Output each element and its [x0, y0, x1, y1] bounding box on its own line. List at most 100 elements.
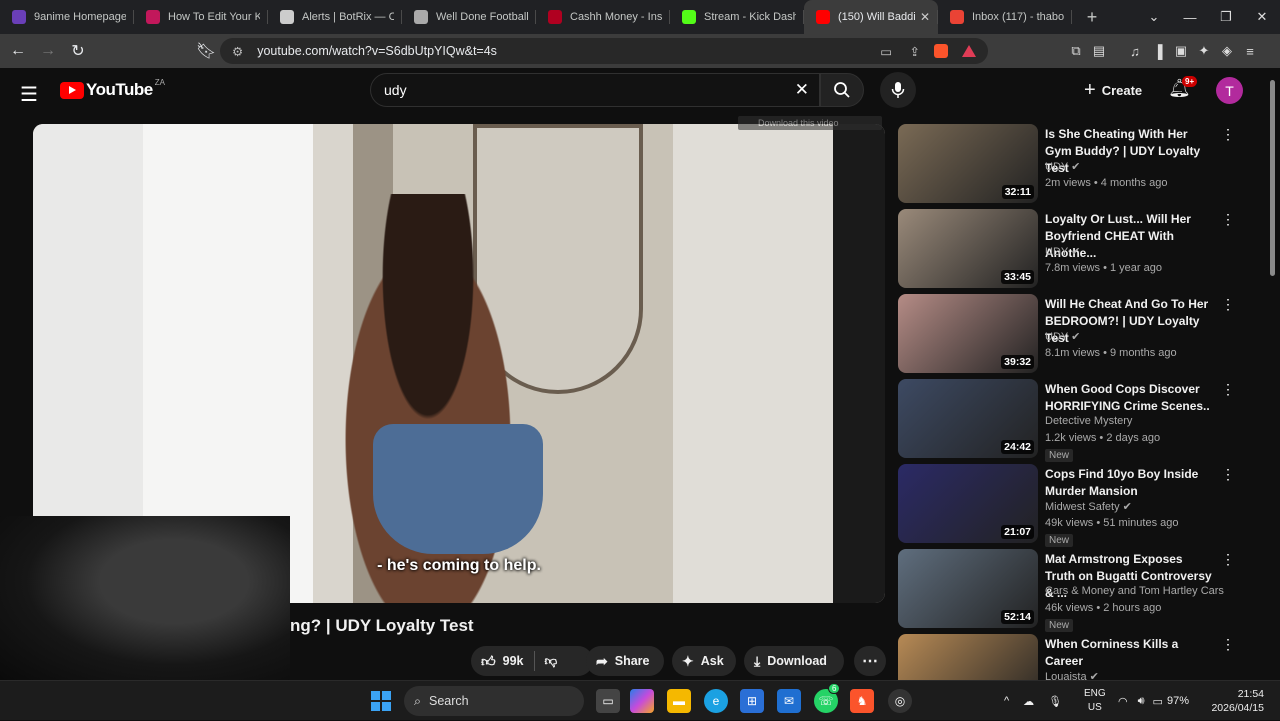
like-count[interactable]: 99k — [503, 654, 524, 668]
microphone-icon[interactable]: 🎙︎ — [1048, 695, 1062, 708]
browser-tab[interactable]: (150) Will Baddie ✕ — [804, 0, 938, 34]
create-button[interactable]: + Create — [1078, 74, 1148, 106]
obs-icon[interactable]: ◎ — [888, 689, 912, 713]
video-thumbnail[interactable]: 39:32 — [898, 294, 1038, 373]
channel-name[interactable]: UDY ✔︎ — [1045, 245, 1080, 258]
wifi-icon[interactable]: ◠ — [1118, 695, 1128, 708]
tab-list: 9anime Homepage: E How To Edit Your Kic Al… — [0, 0, 1072, 34]
new-tab-button[interactable]: + — [1078, 7, 1106, 28]
video-thumbnail[interactable]: 32:11 — [898, 124, 1038, 203]
thumbs-up-icon[interactable]: 👍︎ — [481, 653, 496, 670]
maximize-button[interactable]: ❐ — [1208, 9, 1244, 25]
bookmark-icon[interactable]: 🔖︎ — [194, 41, 218, 61]
tab-search-icon[interactable]: ⌄ — [1136, 9, 1172, 25]
minimize-button[interactable]: — — [1172, 10, 1208, 25]
whatsapp-icon[interactable]: ☏ 6 — [814, 683, 841, 713]
page-scrollbar[interactable] — [1268, 80, 1276, 680]
browser-tab[interactable]: How To Edit Your Kic — [134, 0, 268, 34]
hamburger-menu-icon[interactable]: ☰ — [20, 82, 38, 107]
chevron-up-icon[interactable]: ^ — [1004, 695, 1009, 707]
more-actions-button[interactable]: ⋯ — [854, 646, 886, 676]
channel-name[interactable]: UDY ✔︎ — [1045, 160, 1080, 173]
more-options-icon[interactable]: ⋮ — [1221, 211, 1235, 228]
file-explorer-icon[interactable]: ▬ — [667, 689, 691, 713]
task-view-icon[interactable]: ▭ — [596, 689, 620, 713]
notifications-button[interactable]: 🔔︎ 9+ — [1168, 76, 1198, 99]
brave-rewards-icon[interactable] — [962, 45, 976, 57]
clear-search-icon[interactable]: ✕ — [795, 80, 809, 100]
more-options-icon[interactable]: ⋮ — [1221, 466, 1235, 483]
channel-name[interactable]: Cars & Money and Tom Hartley Cars — [1045, 585, 1224, 597]
recommended-video[interactable]: 21:07 Cops Find 10yo Boy Inside Murder Ma… — [898, 464, 1244, 549]
menu-icon[interactable]: ≡ — [1239, 44, 1261, 59]
site-info-icon[interactable]: ⚙︎ — [232, 44, 243, 59]
download-video-overlay[interactable]: Download this video — [738, 116, 882, 130]
brave-browser-icon[interactable]: ♞ — [850, 689, 874, 713]
channel-name[interactable]: Midwest Safety ✔︎ — [1045, 500, 1132, 513]
language-indicator[interactable]: ENG US — [1084, 687, 1106, 715]
recommended-video[interactable]: 52:14 Mat Armstrong Exposes Truth on Buga… — [898, 549, 1244, 634]
recommended-title[interactable]: When Corniness Kills a Career — [1045, 636, 1215, 670]
recommended-video[interactable]: 32:11 Is She Cheating With Her Gym Buddy?… — [898, 124, 1244, 209]
browser-tab[interactable]: Cashh Money - Insta — [536, 0, 670, 34]
copilot-icon[interactable] — [630, 689, 654, 713]
channel-name[interactable]: UDY ✔︎ — [1045, 330, 1080, 343]
forward-icon[interactable]: → — [36, 42, 60, 60]
recommended-video[interactable]: 39:32 Will He Cheat And Go To Her BEDROOM… — [898, 294, 1244, 379]
more-options-icon[interactable]: ⋮ — [1221, 296, 1235, 313]
youtube-logo[interactable]: YouTube ZA — [60, 78, 165, 100]
browser-tab[interactable]: Inbox (117) - thabom — [938, 0, 1072, 34]
extensions-icon[interactable]: ⧉ — [1065, 43, 1087, 59]
scrollbar-thumb[interactable] — [1270, 80, 1275, 276]
recommended-video[interactable]: 33:45 Loyalty Or Lust... Will Her Boyfrie… — [898, 209, 1244, 294]
vpn-icon[interactable]: ◈ — [1216, 43, 1238, 59]
video-thumbnail[interactable]: 21:07 — [898, 464, 1038, 543]
back-icon[interactable]: ← — [6, 42, 30, 60]
search-input[interactable]: udy ✕ — [370, 73, 820, 107]
browser-tab[interactable]: 9anime Homepage: E — [0, 0, 134, 34]
music-icon[interactable]: ♫ — [1124, 44, 1146, 59]
ask-button[interactable]: ✦ Ask — [672, 646, 736, 676]
battery-icon[interactable]: ▭ — [1153, 695, 1163, 708]
more-options-icon[interactable]: ⋮ — [1221, 636, 1235, 653]
video-thumbnail[interactable]: 24:42 — [898, 379, 1038, 458]
video-thumbnail[interactable]: 52:14 — [898, 549, 1038, 628]
start-button[interactable] — [371, 691, 391, 711]
sidebar-icon[interactable]: ▐ — [1147, 44, 1169, 59]
more-options-icon[interactable]: ⋮ — [1221, 126, 1235, 143]
more-options-icon[interactable]: ⋮ — [1221, 551, 1235, 568]
edge-icon[interactable]: e — [704, 689, 728, 713]
browser-tab[interactable]: Stream - Kick Dashbo — [670, 0, 804, 34]
brave-shield-icon[interactable] — [934, 44, 948, 58]
speaker-icon[interactable]: 🔊︎ — [1138, 695, 1145, 708]
download-button[interactable]: ⤓ Download — [744, 646, 844, 676]
cloud-icon[interactable]: ☁ — [1023, 695, 1034, 708]
recommended-video[interactable]: 24:42 When Good Cops Discover HORRIFYING … — [898, 379, 1244, 464]
outlook-icon[interactable]: ✉ — [777, 689, 801, 713]
channel-name[interactable]: Detective Mystery — [1045, 415, 1132, 427]
thumbs-down-icon[interactable]: 👎︎ — [545, 654, 558, 669]
search-button[interactable] — [820, 73, 864, 107]
leo-ai-icon[interactable]: ✦ — [1193, 43, 1215, 59]
recommended-title[interactable]: When Good Cops Discover HORRIFYING Crime… — [1045, 381, 1215, 415]
close-tab-icon[interactable]: ✕ — [920, 10, 930, 24]
taskbar-search[interactable]: ⌕ Search — [404, 686, 584, 716]
share-page-icon[interactable]: ⇪ — [910, 44, 920, 59]
store-icon[interactable]: ⊞ — [740, 689, 764, 713]
wallet-icon[interactable]: ▣ — [1170, 43, 1192, 59]
recommended-title[interactable]: Cops Find 10yo Boy Inside Murder Mansion — [1045, 466, 1215, 500]
cast-icon[interactable]: ▭ — [880, 44, 892, 59]
avatar[interactable]: T — [1216, 77, 1243, 104]
share-button[interactable]: ➦ Share — [586, 646, 664, 676]
sparkle-icon: ✦ — [682, 652, 694, 669]
address-bar[interactable]: ⚙︎ youtube.com/watch?v=S6dbUtpYIQw&t=4s … — [220, 38, 988, 64]
more-options-icon[interactable]: ⋮ — [1221, 381, 1235, 398]
reading-list-icon[interactable]: ▤ — [1088, 43, 1110, 59]
video-thumbnail[interactable]: 33:45 — [898, 209, 1038, 288]
reload-icon[interactable]: ↻ — [66, 41, 90, 61]
clock[interactable]: 21:54 2026/04/15 — [1210, 687, 1264, 715]
close-window-button[interactable]: ✕ — [1244, 9, 1280, 25]
browser-tab[interactable]: Alerts | BotRix — Clo — [268, 0, 402, 34]
browser-tab[interactable]: Well Done Football G — [402, 0, 536, 34]
voice-search-button[interactable] — [880, 72, 916, 108]
